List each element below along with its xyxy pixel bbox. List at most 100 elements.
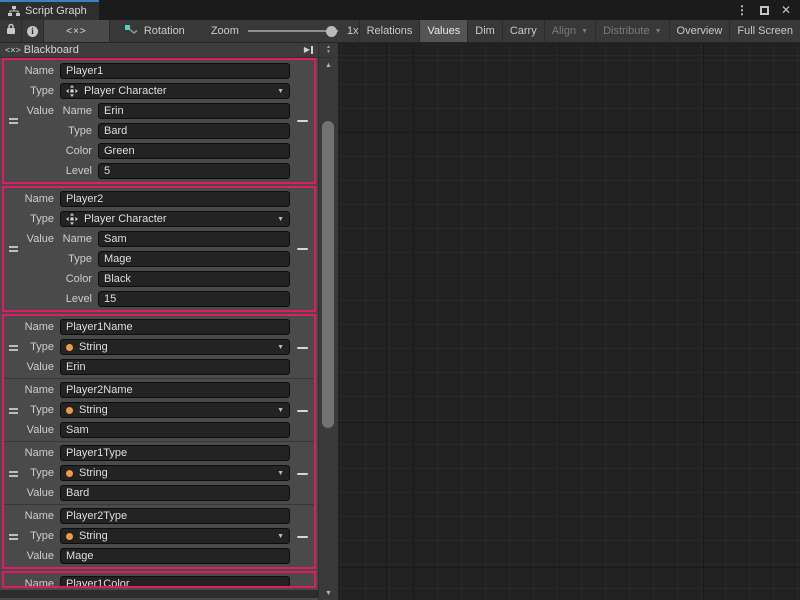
rotation-control[interactable]: Rotation: [124, 20, 185, 42]
variable-value-field[interactable]: [60, 485, 290, 501]
zoom-label: Zoom: [211, 25, 239, 37]
drag-handle[interactable]: [9, 469, 18, 479]
value-color-field[interactable]: [98, 271, 290, 287]
variable-name-field[interactable]: [60, 191, 290, 207]
value-type-field[interactable]: [98, 123, 290, 139]
value-sub-label-name: Name: [60, 105, 92, 117]
variable-player2[interactable]: NameTypePlayer Character▼ValueNameTypeCo…: [4, 188, 314, 310]
tab-script-graph[interactable]: Script Graph: [0, 0, 99, 20]
string-type-icon: [66, 470, 73, 477]
remove-variable-button[interactable]: [297, 248, 308, 250]
variable-type-dropdown[interactable]: String▼: [60, 402, 290, 418]
variable-player1type[interactable]: NameTypeString▼Value: [4, 441, 314, 504]
toolbar-button-values[interactable]: Values: [419, 20, 467, 42]
info-button[interactable]: i: [22, 20, 44, 42]
clipped-row-strip: [0, 590, 318, 598]
script-graph-window: Script Graph ⋮ ✕ i <×>: [0, 0, 800, 600]
window-menu-icon[interactable]: ⋮: [736, 4, 748, 16]
variable-name-field[interactable]: [60, 445, 290, 461]
variable-value-field[interactable]: [60, 359, 290, 375]
selection-highlight-box: NameTypeString▼Value NameTypeString▼Value…: [2, 314, 316, 569]
tab-bar: Script Graph ⋮ ✕: [0, 0, 800, 20]
variable-player1[interactable]: NameTypePlayer Character▼ValueNameTypeCo…: [4, 60, 314, 182]
string-type-icon: [66, 344, 73, 351]
toolbar-view-buttons: RelationsValuesDimCarryAlign▼Distribute▼…: [359, 20, 800, 42]
variable-type-label: String: [79, 341, 108, 353]
dock-panel-button[interactable]: ▶: [304, 46, 313, 54]
zoom-slider-knob[interactable]: [326, 26, 337, 37]
toolbar-button-relations[interactable]: Relations: [359, 20, 420, 42]
row-label-name: Name: [4, 578, 54, 588]
variable-type-label: String: [79, 530, 108, 542]
zoom-slider[interactable]: [248, 30, 338, 32]
chevron-down-icon: ▼: [581, 28, 588, 35]
variable-value-field[interactable]: [60, 548, 290, 564]
selection-highlight-box: NameTypePlayer Character▼ValueNameTypeCo…: [2, 58, 316, 184]
variable-type-label: String: [79, 404, 108, 416]
value-type-field[interactable]: [98, 251, 290, 267]
variable-player1color[interactable]: NameTypeString▼: [4, 573, 314, 588]
graph-tab-icon: [8, 6, 20, 17]
toolbar-button-overview[interactable]: Overview: [669, 20, 730, 42]
blackboard-panel: <×> Blackboard ▶ NameTypePlayer Characte…: [0, 43, 318, 600]
variable-type-dropdown[interactable]: String▼: [60, 339, 290, 355]
scroll-mini-arrows[interactable]: ▲ ▼: [319, 43, 338, 58]
lock-button[interactable]: [0, 20, 22, 42]
variable-player2type[interactable]: NameTypeString▼Value: [4, 504, 314, 567]
zoom-control: Zoom 1x: [211, 20, 359, 42]
row-label-value: Value: [4, 487, 54, 499]
toolbar-button-label: Overview: [677, 25, 723, 37]
variable-name-field[interactable]: [60, 382, 290, 398]
variable-type-dropdown[interactable]: Player Character▼: [60, 83, 290, 99]
variable-type-dropdown[interactable]: Player Character▼: [60, 211, 290, 227]
value-sub-label-name: Name: [60, 233, 92, 245]
drag-handle[interactable]: [9, 116, 18, 126]
remove-variable-button[interactable]: [297, 120, 308, 122]
remove-variable-button[interactable]: [297, 410, 308, 412]
drag-handle[interactable]: [9, 406, 18, 416]
toolbar-button-dim[interactable]: Dim: [467, 20, 502, 42]
value-level-field[interactable]: [98, 163, 290, 179]
value-sub-label-level: Level: [60, 165, 92, 177]
variable-value-field[interactable]: [60, 422, 290, 438]
code-view-toggle-button[interactable]: <×>: [44, 20, 110, 42]
toolbar-button-carry[interactable]: Carry: [502, 20, 544, 42]
tab-label: Script Graph: [25, 5, 87, 17]
graph-canvas[interactable]: [338, 43, 800, 600]
scroll-thumb[interactable]: [322, 121, 334, 428]
toolbar-button-distribute[interactable]: Distribute▼: [595, 20, 668, 42]
scroll-down-button[interactable]: ▼: [319, 586, 338, 600]
scroll-up-button[interactable]: ▲: [319, 58, 338, 72]
remove-variable-button[interactable]: [297, 536, 308, 538]
row-label-value: Value: [4, 361, 54, 373]
remove-variable-button[interactable]: [297, 473, 308, 475]
value-color-field[interactable]: [98, 143, 290, 159]
variable-name-field[interactable]: [60, 319, 290, 335]
row-label-name: Name: [4, 321, 54, 333]
scroll-track[interactable]: [319, 72, 338, 586]
variable-player2name[interactable]: NameTypeString▼Value: [4, 378, 314, 441]
variable-name-field[interactable]: [60, 63, 290, 79]
variable-player1name[interactable]: NameTypeString▼Value: [4, 316, 314, 378]
close-icon[interactable]: ✕: [781, 4, 791, 16]
variable-name-field[interactable]: [60, 508, 290, 524]
remove-variable-button[interactable]: [297, 347, 308, 349]
row-label-name: Name: [4, 193, 54, 205]
value-level-field[interactable]: [98, 291, 290, 307]
toolbar: i <×> Rotation Zoom 1x RelationsValuesDi…: [0, 20, 800, 43]
toolbar-button-align[interactable]: Align▼: [544, 20, 595, 42]
row-label-name: Name: [4, 447, 54, 459]
value-name-field[interactable]: [98, 231, 290, 247]
toolbar-button-full-screen[interactable]: Full Screen: [729, 20, 800, 42]
variable-type-dropdown[interactable]: String▼: [60, 528, 290, 544]
variable-type-dropdown[interactable]: String▼: [60, 465, 290, 481]
drag-handle[interactable]: [9, 244, 18, 254]
row-label-name: Name: [4, 510, 54, 522]
scrollbar: ▲ ▼ ▲ ▼: [318, 43, 338, 600]
drag-handle[interactable]: [9, 532, 18, 542]
variable-name-field[interactable]: [60, 576, 290, 588]
drag-handle[interactable]: [9, 343, 18, 353]
maximize-icon[interactable]: [760, 6, 769, 15]
value-name-field[interactable]: [98, 103, 290, 119]
rotation-node-icon: [124, 24, 138, 39]
